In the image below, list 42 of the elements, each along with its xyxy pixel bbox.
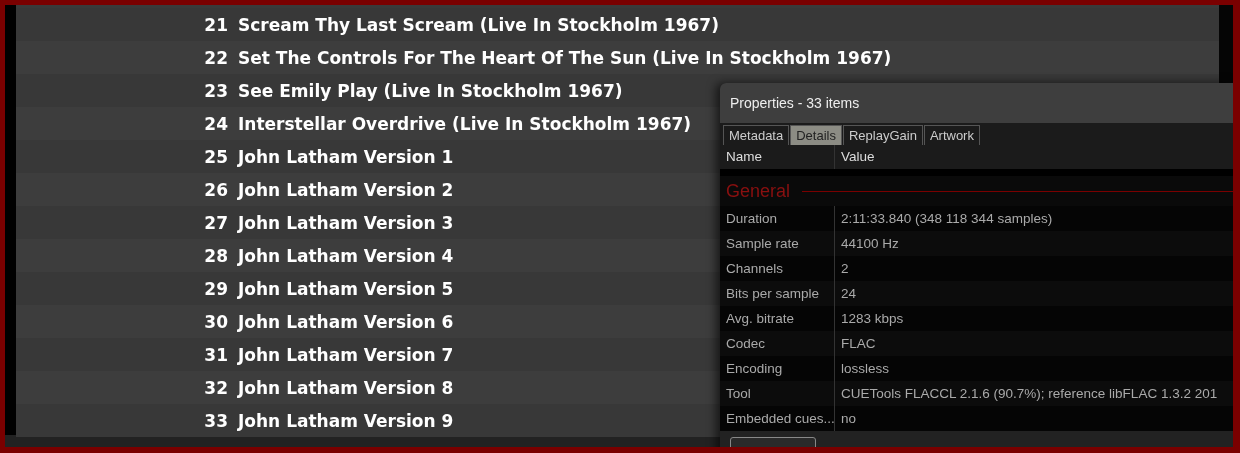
- track-number: 29: [203, 278, 228, 299]
- track-number: 26: [203, 179, 228, 200]
- tab[interactable]: Artwork: [923, 125, 980, 145]
- dialog-title: Properties - 33 items: [720, 83, 1233, 123]
- property-value: 44100 Hz: [840, 235, 899, 253]
- track-number: 28: [203, 245, 228, 266]
- property-value: lossless: [840, 360, 889, 378]
- track-number: 33: [203, 410, 228, 431]
- track-title[interactable]: John Latham Version 8: [238, 377, 454, 398]
- tab[interactable]: Metadata: [723, 125, 790, 145]
- section-title: General: [726, 180, 791, 202]
- property-value: FLAC: [840, 335, 876, 353]
- track-title[interactable]: John Latham Version 5: [238, 278, 454, 299]
- track-number: 25: [203, 146, 228, 167]
- track-title[interactable]: Interstellar Overdrive (Live In Stockholm 1967): [238, 113, 692, 134]
- track-title[interactable]: John Latham Version 4: [238, 245, 454, 266]
- track-number: 27: [203, 212, 228, 233]
- property-value: 2:11:33.840 (348 118 344 samples): [840, 210, 1053, 228]
- track-number: 22: [203, 47, 228, 68]
- track-title[interactable]: John Latham Version 3: [238, 212, 454, 233]
- property-value: 24: [840, 285, 857, 303]
- track-title[interactable]: John Latham Version 1: [238, 146, 454, 167]
- track-title[interactable]: Set The Controls For The Heart Of The Sun (Live In Stockholm 1967): [238, 47, 892, 68]
- track-title[interactable]: John Latham Version 7: [238, 344, 454, 365]
- track-number: 31: [203, 344, 228, 365]
- property-value: CUETools FLACCL 2.1.6 (90.7%); reference libFLAC 1.3.2 201: [840, 385, 1218, 403]
- track-title[interactable]: John Latham Version 9: [238, 410, 454, 431]
- track-number: 24: [203, 113, 228, 134]
- column-header[interactable]: Value: [835, 145, 875, 169]
- tab[interactable]: ReplayGain: [842, 125, 923, 145]
- track-title[interactable]: John Latham Version 2: [238, 179, 454, 200]
- track-title[interactable]: Scream Thy Last Scream (Live In Stockholm 1967): [238, 14, 719, 35]
- tab[interactable]: Details: [790, 125, 842, 145]
- track-number: 21: [203, 14, 228, 35]
- track-title[interactable]: See Emily Play (Live In Stockholm 1967): [238, 80, 623, 101]
- property-value: 1283 kbps: [840, 310, 904, 328]
- track-title[interactable]: John Latham Version 6: [238, 311, 454, 332]
- property-value: 2: [840, 260, 849, 278]
- track-number: 32: [203, 377, 228, 398]
- track-number: 23: [203, 80, 228, 101]
- property-value: no: [840, 410, 857, 428]
- track-number: 30: [203, 311, 228, 332]
